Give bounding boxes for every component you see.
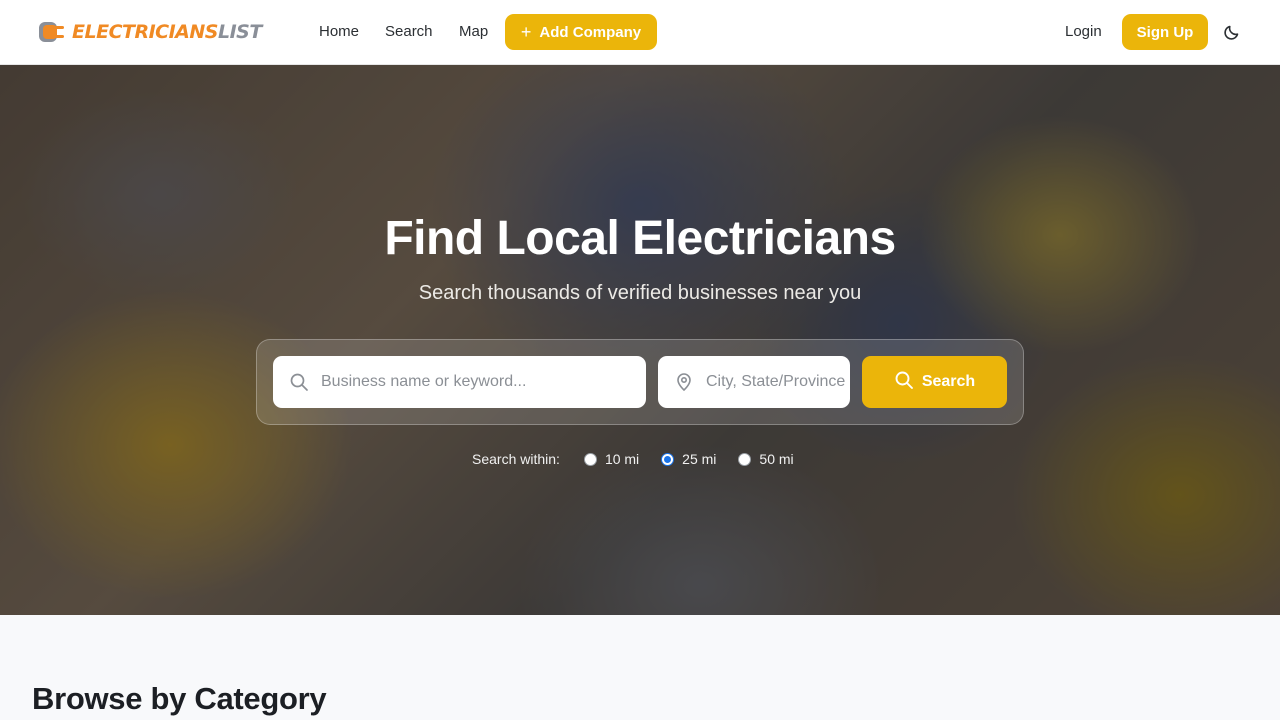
search-button-label: Search — [921, 373, 976, 390]
search-button[interactable]: Search — [862, 356, 1007, 408]
radio-button[interactable] — [583, 452, 597, 466]
search-icon — [289, 372, 309, 392]
hero-title: Find Local Electricians — [384, 212, 896, 265]
radio-button[interactable] — [738, 452, 752, 466]
map-pin-icon — [674, 372, 694, 392]
search-panel: Search — [256, 339, 1024, 425]
logo-text-primary: ELECTRICIANS — [72, 21, 218, 43]
radius-option-label: 25 mi — [682, 451, 717, 467]
login-link[interactable]: Login — [1065, 22, 1102, 42]
nav-home-link[interactable]: Home — [319, 22, 359, 42]
hero-subtitle: Search thousands of verified businesses … — [418, 282, 862, 304]
search-button-icon — [894, 370, 914, 395]
radius-option-10[interactable]: 10 mi — [583, 451, 640, 467]
radio-button-selected[interactable] — [661, 452, 675, 466]
site-logo[interactable]: ELECTRICIANSLIST — [38, 18, 262, 46]
plug-logo-icon — [38, 18, 66, 46]
plus-icon: + — [520, 22, 532, 42]
keyword-field[interactable] — [273, 356, 646, 408]
location-field[interactable] — [658, 356, 850, 408]
navbar: ELECTRICIANSLIST Home Search Map + Add C… — [0, 0, 1280, 65]
browse-category-heading: Browse by Category — [32, 681, 327, 716]
signup-button[interactable]: Sign Up — [1122, 14, 1208, 50]
nav-map-link[interactable]: Map — [459, 22, 488, 42]
logo-text-secondary: LIST — [217, 21, 262, 43]
radius-option-50[interactable]: 50 mi — [738, 451, 794, 467]
add-company-label: Add Company — [539, 23, 642, 41]
radius-option-label: 50 mi — [759, 451, 794, 467]
keyword-input[interactable] — [321, 356, 646, 408]
site-logo-text: ELECTRICIANSLIST — [72, 21, 262, 43]
radius-option-25[interactable]: 25 mi — [661, 451, 716, 467]
radius-label: Search within: — [472, 451, 560, 467]
add-company-button[interactable]: + Add Company — [505, 14, 657, 50]
hero-section: Find Local Electricians Search thousands… — [0, 65, 1280, 615]
radius-option-label: 10 mi — [604, 451, 640, 467]
nav-search-link[interactable]: Search — [385, 22, 433, 42]
search-radius-group: Search within: 10 mi 25 mi 50 mi — [472, 449, 816, 469]
moon-icon[interactable] — [1222, 22, 1242, 42]
location-input[interactable] — [706, 356, 850, 408]
